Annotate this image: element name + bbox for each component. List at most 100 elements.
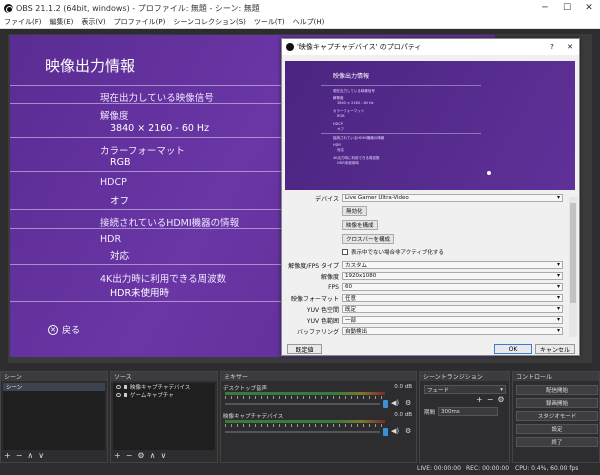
start-streaming-button[interactable]: 配信開始 — [516, 385, 598, 395]
speaker-icon[interactable]: ◀) — [391, 427, 399, 435]
mini-divider — [321, 85, 481, 86]
cancel-button[interactable]: キャンセル — [535, 344, 575, 354]
resolution-row: 解像度 1920x1080 — [285, 271, 568, 281]
add-icon[interactable]: + — [114, 451, 121, 460]
mini-hdcp-label: HDCP — [333, 122, 343, 126]
ps4-freq-label: 4K出力時に利用できる周波数 — [100, 274, 227, 285]
yuv-range-row: YUV 色範囲 一部 — [285, 315, 568, 325]
maximize-icon[interactable]: ☐ — [556, 3, 578, 13]
mini-divider — [321, 133, 481, 134]
settings-button[interactable]: 設定 — [516, 424, 598, 434]
buffering-select[interactable]: 自動検出 — [342, 327, 563, 335]
menu-edit[interactable]: 編集(E) — [46, 17, 78, 27]
yuv-range-select[interactable]: 一部 — [342, 316, 563, 324]
checkbox-label: 表示中でない場合非アクティブ化する — [351, 250, 444, 256]
device-row: デバイス Live Gamer Ultra-Video — [285, 193, 568, 203]
deactivate-button[interactable]: 無効化 — [342, 206, 367, 216]
ok-button[interactable]: OK — [494, 344, 532, 354]
dialog-title: '映像キャプチャデバイス' のプロパティ — [297, 43, 422, 51]
device-select[interactable]: Live Gamer Ultra-Video — [342, 194, 563, 202]
duration-input[interactable]: 300ms — [438, 407, 499, 416]
move-up-icon[interactable]: ∧ — [27, 451, 33, 460]
dialog-title-bar: '映像キャプチャデバイス' のプロパティ ? ✕ — [282, 39, 579, 55]
mini-res-value: 3840 × 2160 - 60 Hz — [337, 101, 374, 105]
controls-title: コントロール — [513, 372, 599, 381]
list-item[interactable]: ゲームキャプチャ — [113, 391, 215, 399]
scenes-list[interactable]: シーン — [3, 383, 105, 450]
sources-list[interactable]: 映像キャプチャデバイス ゲームキャプチャ — [113, 383, 215, 450]
remove-icon[interactable]: − — [16, 451, 23, 460]
buffering-label: バッファリング — [296, 328, 339, 336]
visibility-icon[interactable] — [116, 393, 121, 397]
resolution-select[interactable]: 1920x1080 — [342, 272, 563, 280]
obs-window: OBS 21.1.2 (64bit, windows) - プロファイル: 無題… — [0, 0, 600, 475]
fps-select[interactable]: 60 — [342, 283, 563, 291]
menu-file[interactable]: ファイル(F) — [0, 17, 46, 27]
list-item[interactable]: 映像キャプチャデバイス — [113, 383, 215, 391]
scenes-toolbar: + − ∧ ∨ — [4, 451, 44, 460]
move-down-icon[interactable]: ∨ — [160, 451, 166, 460]
volume-meter — [225, 420, 385, 423]
dock-area: シーン シーン + − ∧ ∨ ソース 映像キャプチャデバイス ゲームキャプチャ… — [0, 371, 600, 463]
properties-scrollbar[interactable] — [569, 197, 577, 337]
speaker-icon[interactable]: ◀) — [391, 399, 399, 407]
defaults-button[interactable]: 既定値 — [287, 344, 322, 354]
checkbox-box[interactable] — [342, 249, 348, 255]
yuv-range-label: YUV 色範囲 — [306, 317, 339, 325]
configure-video-button[interactable]: 映像を構成 — [342, 220, 378, 230]
ps4-hdr-value: 対応 — [110, 251, 130, 262]
move-up-icon[interactable]: ∧ — [150, 451, 156, 460]
transitions-dock: シーントランジション フェード ▾ + − ⚙ 期間 300ms — [419, 371, 510, 463]
list-item[interactable]: シーン — [3, 383, 105, 391]
chevron-down-icon: ▾ — [500, 386, 503, 393]
ps4-res-label: 解像度 — [100, 111, 129, 122]
studio-mode-button[interactable]: スタジオモード — [516, 411, 598, 421]
exit-button[interactable]: 終了 — [516, 437, 598, 447]
scrollbar-thumb[interactable] — [570, 203, 576, 303]
transition-select[interactable]: フェード ▾ — [424, 385, 506, 394]
mini-hdcp-value: オフ — [337, 127, 344, 131]
rec-status: REC: 00:00:00 — [466, 465, 510, 472]
start-recording-button[interactable]: 録画開始 — [516, 398, 598, 408]
menu-help[interactable]: ヘルプ(H) — [289, 17, 329, 27]
remove-icon[interactable]: − — [126, 451, 133, 460]
video-format-row: 映像フォーマット 任意 — [285, 293, 568, 303]
mini-freq-label: 4K出力時に利用できる周波数 — [333, 156, 380, 160]
menu-scene-collection[interactable]: シーンコレクション(S) — [169, 17, 250, 27]
gear-icon[interactable]: ⚙ — [405, 399, 411, 407]
remove-icon[interactable]: − — [487, 395, 494, 404]
window-title: OBS 21.1.2 (64bit, windows) - プロファイル: 無題… — [16, 3, 260, 13]
volume-slider-handle[interactable] — [383, 400, 388, 408]
move-down-icon[interactable]: ∨ — [38, 451, 44, 460]
add-icon[interactable]: + — [4, 451, 11, 460]
gear-icon[interactable]: ⚙ — [497, 395, 504, 404]
menu-profile[interactable]: プロファイル(P) — [110, 17, 170, 27]
video-format-select[interactable]: 任意 — [342, 294, 563, 302]
volume-slider[interactable] — [225, 403, 380, 405]
dialog-close-icon[interactable]: ✕ — [561, 43, 579, 51]
close-icon[interactable]: ✕ — [578, 3, 600, 13]
ps4-section2: 接続されているHDMI機器の情報 — [100, 218, 240, 229]
lock-icon[interactable] — [124, 385, 127, 389]
ps4-header: 映像出力情報 — [45, 57, 136, 75]
configure-crossbar-button[interactable]: クロスバーを構成 — [342, 234, 395, 244]
status-bar: LIVE: 00:00:00 REC: 00:00:00 CPU: 0.4%, … — [0, 463, 600, 475]
gear-icon[interactable]: ⚙ — [405, 427, 411, 435]
visibility-icon[interactable] — [116, 385, 121, 389]
deactivate-when-hidden-checkbox[interactable]: 表示中でない場合非アクティブ化する — [342, 248, 444, 256]
ps4-res-value: 3840 × 2160 - 60 Hz — [110, 123, 210, 134]
help-icon[interactable]: ? — [543, 43, 561, 51]
volume-slider-handle[interactable] — [383, 428, 388, 436]
ps4-hdcp-label: HDCP — [100, 177, 127, 188]
fps-row: FPS 60 — [285, 282, 568, 292]
lock-icon[interactable] — [124, 393, 127, 397]
restype-select[interactable]: カスタム — [342, 261, 563, 269]
gear-icon[interactable]: ⚙ — [137, 451, 144, 460]
minimize-icon[interactable]: ─ — [534, 3, 556, 13]
menu-view[interactable]: 表示(V) — [77, 17, 109, 27]
add-icon[interactable]: + — [476, 395, 483, 404]
device-label: デバイス — [315, 195, 339, 203]
yuv-space-select[interactable]: 既定 — [342, 305, 563, 313]
menu-tools[interactable]: ツール(T) — [250, 17, 289, 27]
volume-slider[interactable] — [225, 431, 380, 433]
